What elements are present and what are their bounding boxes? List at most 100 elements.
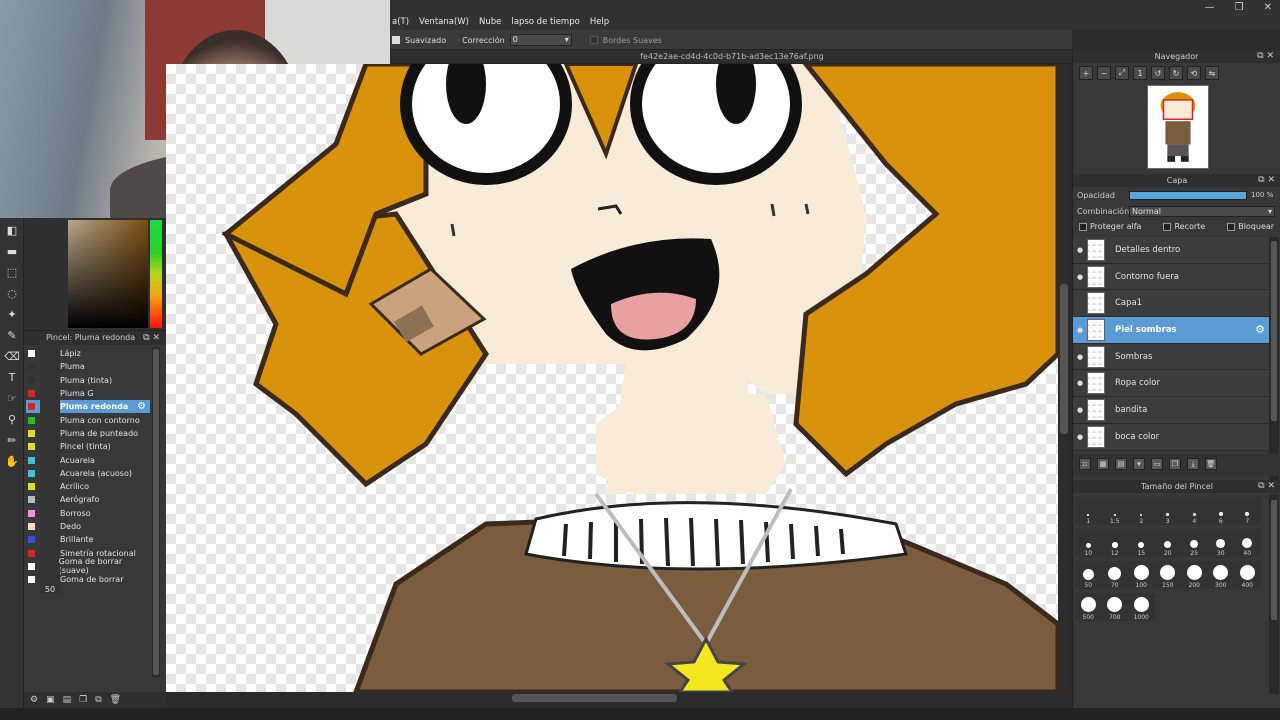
close-icon[interactable]: ⧉ ✕ (1258, 174, 1275, 187)
brush-size-preset[interactable]: 6 (1207, 497, 1234, 525)
folder-icon[interactable]: ▭ (1151, 458, 1163, 470)
eye-icon[interactable]: ● (1073, 273, 1087, 281)
layer-row[interactable]: ● Contorno fuera (1073, 263, 1269, 291)
duplicate-layer-icon[interactable]: ❐ (1169, 458, 1181, 470)
brush-size-preset[interactable]: 12 (1101, 529, 1128, 557)
eye-icon[interactable]: ● (1073, 326, 1087, 334)
eye-icon[interactable]: ● (1073, 433, 1087, 441)
lock-checkbox[interactable] (1227, 222, 1236, 231)
pen-icon[interactable]: ✏ (4, 432, 20, 448)
zoom-in-icon[interactable]: + (1079, 66, 1093, 80)
zoom-out-icon[interactable]: − (1097, 66, 1111, 80)
color-square[interactable] (68, 220, 148, 328)
layer-scrollbar[interactable] (1269, 237, 1279, 487)
brush-size-preset[interactable]: 1 (1075, 497, 1102, 525)
select-pen-icon[interactable]: ✎ (4, 327, 20, 343)
opacity-slider[interactable] (1129, 190, 1247, 200)
close-icon[interactable]: ⧉ ✕ (1258, 480, 1275, 493)
select-eraser-icon[interactable]: ⌫ (4, 348, 20, 364)
brush-size-preset[interactable]: 50 (1075, 561, 1102, 589)
duplicate-icon[interactable]: ⧉ (95, 695, 101, 705)
layer-row[interactable]: ● Sombras (1073, 343, 1269, 371)
hue-slider[interactable] (150, 220, 162, 328)
text-icon[interactable]: T (4, 369, 20, 385)
brush-size-preset[interactable]: 10 (1075, 529, 1102, 557)
gradient-icon[interactable]: ▬ (4, 243, 20, 259)
actual-size-icon[interactable]: 1 (1133, 66, 1147, 80)
document-tab[interactable]: fe42e2ae-cd4d-4c0d-b71b-ad3ec13e76af.png (392, 50, 1072, 64)
canvas-horizontal-scrollbar[interactable] (166, 692, 1058, 704)
gear-icon[interactable]: ⚙ (1255, 323, 1265, 336)
new-halftone-layer-icon[interactable]: ▦ (1097, 458, 1109, 470)
brush-size-preset[interactable]: 4 (1181, 497, 1208, 525)
new-8bit-layer-icon[interactable]: ▤ (1115, 458, 1127, 470)
brush-size-preset[interactable]: 15 (1128, 529, 1155, 557)
eyedropper-icon[interactable]: ⚲ (4, 411, 20, 427)
layer-row[interactable]: Capa1 (1073, 290, 1269, 318)
minimize-icon[interactable]: — (1205, 2, 1215, 13)
close-icon[interactable]: ⧉ ✕ (1257, 50, 1274, 63)
brush-size-preset[interactable]: 500 (1075, 593, 1102, 621)
layer-row[interactable]: ● Detalles dentro (1073, 237, 1269, 264)
layer-row[interactable]: ● Piel sombras ⚙ (1073, 317, 1269, 344)
add-brush-icon[interactable]: ▣ (46, 695, 55, 705)
trash-icon[interactable]: 🗑 (1205, 458, 1217, 470)
soft-edges-checkbox[interactable] (589, 36, 598, 44)
menu-item[interactable]: Help (590, 17, 609, 27)
brush-size-preset[interactable]: 100 (1128, 561, 1155, 589)
trash-icon[interactable]: 🗑 (110, 695, 121, 705)
reset-rotation-icon[interactable]: ⟲ (1187, 66, 1201, 80)
brush-size-preset[interactable]: 400 (1234, 561, 1261, 589)
flip-icon[interactable]: ⇋ (1205, 66, 1219, 80)
brush-size-preset[interactable]: 700 (1101, 593, 1128, 621)
brush-size-preset[interactable]: 200 (1181, 561, 1208, 589)
brush-size-scrollbar[interactable] (1269, 494, 1279, 694)
protect-alpha-checkbox[interactable] (1079, 222, 1087, 231)
brush-size-preset[interactable]: 3 (1154, 497, 1181, 525)
brush-size-preset[interactable]: 7 (1234, 497, 1261, 525)
rotate-left-icon[interactable]: ↺ (1151, 66, 1165, 80)
brush-size-preset[interactable]: 25 (1181, 529, 1208, 557)
copy-icon[interactable]: ❐ (79, 695, 87, 705)
settings-icon[interactable]: ⚙ (30, 695, 38, 705)
brush-size-preset[interactable]: 20 (1154, 529, 1181, 557)
fill-icon[interactable]: ◧ (4, 222, 20, 238)
folder-icon[interactable]: ▤ (63, 695, 72, 705)
brush-size-preset[interactable]: 150 (1154, 561, 1181, 589)
clipping-checkbox[interactable] (1163, 222, 1172, 231)
eye-icon[interactable]: ● (1073, 379, 1087, 387)
brush-size-preset[interactable]: 30 (1207, 529, 1234, 557)
brush-size-preset[interactable]: 40 (1234, 529, 1261, 557)
merge-down-icon[interactable]: ⤓ (1187, 458, 1199, 470)
layer-row[interactable]: ● Ropa color (1073, 370, 1269, 398)
add-layer-menu-icon[interactable]: ▾ (1133, 458, 1145, 470)
layer-row[interactable]: ● bandita (1073, 397, 1269, 424)
magic-wand-icon[interactable]: ✦ (4, 306, 20, 322)
menu-item[interactable]: Ventana(W) (419, 17, 469, 27)
operation-icon[interactable]: ☞ (4, 390, 20, 406)
canvas-vertical-scrollbar[interactable] (1058, 64, 1070, 692)
gear-icon[interactable]: ⚙ (137, 401, 146, 412)
new-layer-icon[interactable]: ▫ (1079, 458, 1091, 470)
drawing-canvas[interactable] (166, 64, 1058, 692)
eye-icon[interactable]: ● (1073, 353, 1087, 361)
brush-size-preset[interactable]: 300 (1207, 561, 1234, 589)
close-icon[interactable]: ✕ (1264, 2, 1272, 13)
eye-icon[interactable]: ● (1073, 246, 1087, 254)
select-rect-icon[interactable]: ⬚ (4, 264, 20, 280)
navigator-preview[interactable] (1147, 85, 1209, 169)
menu-item[interactable]: lapso de tiempo (511, 17, 579, 27)
maximize-icon[interactable]: ❐ (1235, 2, 1244, 13)
brush-scrollbar[interactable] (152, 347, 160, 677)
close-icon[interactable]: ⧉ ✕ (143, 331, 160, 345)
brush-size-preset[interactable]: 1.5 (1101, 497, 1128, 525)
brush-size-preset[interactable]: 70 (1101, 561, 1128, 589)
smoothing-checkbox[interactable] (392, 36, 400, 44)
correction-dropdown[interactable]: 0 ▾ (509, 34, 572, 46)
menu-item[interactable]: a(T) (392, 17, 409, 27)
eye-icon[interactable]: ● (1073, 406, 1087, 414)
lasso-icon[interactable]: ◌ (4, 285, 20, 301)
rotate-right-icon[interactable]: ↻ (1169, 66, 1183, 80)
brush-size-preset[interactable]: 2 (1128, 497, 1155, 525)
brush-size-preset[interactable]: 1000 (1128, 593, 1155, 621)
